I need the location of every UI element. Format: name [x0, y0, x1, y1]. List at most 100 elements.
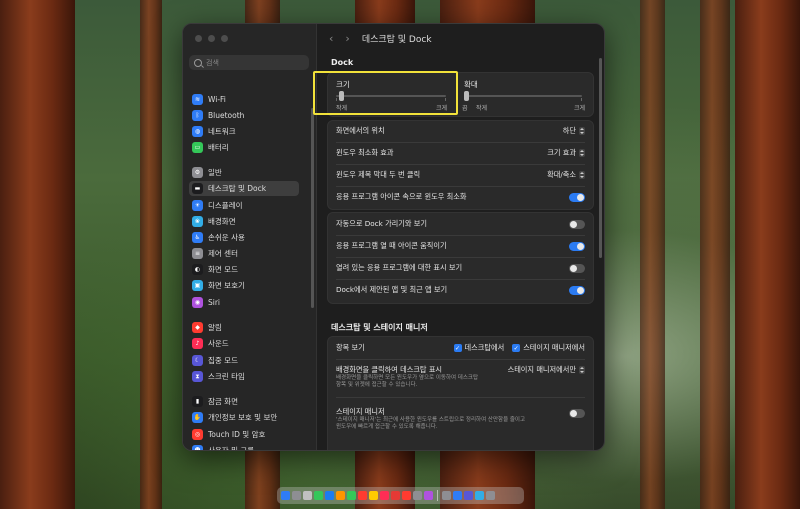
magnify-slider-knob[interactable]: [464, 91, 469, 101]
title-doubleclick-label: 윈도우 제목 막대 두 번 클릭: [336, 170, 421, 179]
appearance-icon: ◐: [192, 264, 203, 275]
dock-divider: [437, 490, 438, 501]
sidebar-item-bell[interactable]: ◆ 알림: [189, 320, 299, 335]
minimize-button[interactable]: [208, 35, 215, 42]
dock-app-icon[interactable]: [314, 491, 323, 500]
magnify-slider-track[interactable]: [464, 95, 582, 97]
dock-app-icon[interactable]: [292, 491, 301, 500]
dock-app-icon[interactable]: [413, 491, 422, 500]
tree-trunk: [735, 0, 800, 509]
sidebar-item-wifi[interactable]: ≋ Wi-Fi: [189, 92, 299, 107]
dock-app-icon[interactable]: [391, 491, 400, 500]
click-wallpaper-popup[interactable]: 스테이지 매니저에서만: [508, 365, 585, 375]
indicators-toggle[interactable]: [569, 263, 585, 273]
divider: [336, 397, 585, 398]
zoom-button[interactable]: [221, 35, 228, 42]
dock-app-icon[interactable]: [464, 491, 473, 500]
dock-app-icon[interactable]: [486, 491, 495, 500]
forward-button[interactable]: ›: [345, 32, 349, 45]
screensaver-icon: ▣: [192, 280, 203, 291]
sidebar-item-label: 배경화면: [208, 217, 236, 226]
dock-app-icon[interactable]: [369, 491, 378, 500]
dock-app-icon[interactable]: [358, 491, 367, 500]
stage-manager-toggle[interactable]: [569, 409, 585, 418]
accessibility-icon: ♿: [192, 232, 203, 243]
magnify-label: 확대: [464, 80, 478, 89]
sidebar-item-hourglass[interactable]: ⧗ 스크린 타임: [189, 369, 299, 384]
position-row: 화면에서의 위치 하단: [336, 126, 585, 136]
recent-apps-toggle[interactable]: [569, 285, 585, 295]
dock-toggles-card: 자동으로 Dock 가리기와 보기 응용 프로그램 열 때 아이콘 움직이기 열…: [327, 212, 594, 304]
dock-app-icon[interactable]: [380, 491, 389, 500]
minimize-effect-row: 윈도우 최소화 효과 크기 효과: [336, 148, 585, 158]
sidebar-item-wallpaper[interactable]: ❀ 배경화면: [189, 214, 299, 229]
divider: [336, 235, 585, 236]
dock-app-icon[interactable]: [347, 491, 356, 500]
sidebar-item-display[interactable]: ☀ 디스플레이: [189, 198, 299, 213]
chevron-updown-icon: [579, 366, 585, 374]
divider: [336, 164, 585, 165]
close-button[interactable]: [195, 35, 202, 42]
sidebar-item-label: 화면 모드: [208, 265, 238, 274]
hand-icon: ✋: [192, 412, 203, 423]
users-icon: ☻: [192, 445, 203, 450]
dock-app-icon[interactable]: [281, 491, 290, 500]
sidebar-item-control-center[interactable]: ≡ 제어 센터: [189, 246, 299, 261]
search-input[interactable]: 검색: [189, 55, 309, 70]
sidebar-item-screensaver[interactable]: ▣ 화면 보호기: [189, 278, 299, 293]
hourglass-icon: ⧗: [192, 371, 203, 382]
magnify-max-label: 크게: [574, 105, 586, 112]
dock-app-icon[interactable]: [402, 491, 411, 500]
sidebar-item-appearance[interactable]: ◐ 화면 모드: [189, 262, 299, 277]
sidebar-item-users[interactable]: ☻ 사용자 및 그룹: [189, 443, 299, 450]
sidebar-item-accessibility[interactable]: ♿ 손쉬운 사용: [189, 230, 299, 245]
title-doubleclick-row: 윈도우 제목 막대 두 번 클릭 확대/축소: [336, 170, 585, 180]
minimize-into-app-toggle[interactable]: [569, 192, 585, 202]
sidebar-item-network[interactable]: ◍ 네트워크: [189, 124, 299, 139]
dock-app-icon[interactable]: [424, 491, 433, 500]
chevron-updown-icon: [579, 171, 585, 179]
bluetooth-icon: ᛒ: [192, 110, 203, 121]
position-popup[interactable]: 하단: [563, 126, 585, 136]
sidebar-item-dock[interactable]: ▬ 데스크탑 및 Dock: [189, 181, 299, 196]
sidebar: 검색 ≋ Wi-Fi ᛒ Bluetooth ◍ 네트워크 ▭ 배터리 ⚙ 일반 ▬ 데스크탑 및 D…: [183, 24, 317, 450]
position-value: 하단: [562, 126, 576, 135]
desktop-checkbox[interactable]: ✓ 데스크탑에서: [453, 343, 504, 353]
dock-app-icon[interactable]: [453, 491, 462, 500]
minimize-effect-value: 크기 효과: [547, 148, 576, 157]
stage-manager-checkbox[interactable]: ✓ 스테이지 매니저에서: [512, 343, 585, 353]
sidebar-item-lock[interactable]: ▮ 잠금 화면: [189, 394, 299, 409]
page-title: 데스크탑 및 Dock: [361, 34, 432, 45]
sidebar-item-battery[interactable]: ▭ 배터리: [189, 140, 299, 155]
wallpaper-icon: ❀: [192, 216, 203, 227]
divider: [336, 279, 585, 280]
dock-app-icon[interactable]: [336, 491, 345, 500]
title-doubleclick-popup[interactable]: 확대/축소: [547, 170, 585, 180]
minimize-effect-label: 윈도우 최소화 효과: [336, 148, 394, 157]
dock-app-icon[interactable]: [442, 491, 451, 500]
animate-toggle[interactable]: [569, 241, 585, 251]
sidebar-item-label: 사운드: [208, 339, 229, 348]
sidebar-item-hand[interactable]: ✋ 개인정보 보호 및 보안: [189, 410, 299, 425]
sidebar-item-moon[interactable]: ☾ 집중 모드: [189, 353, 299, 368]
tree-trunk: [700, 0, 730, 509]
sidebar-item-fingerprint[interactable]: ◎ Touch ID 및 암호: [189, 427, 299, 442]
sidebar-item-label: 잠금 화면: [208, 397, 238, 406]
content-scrollbar[interactable]: [599, 58, 602, 258]
dock-app-icon[interactable]: [475, 491, 484, 500]
click-wallpaper-value: 스테이지 매니저에서만: [507, 365, 576, 374]
sidebar-item-siri[interactable]: ◉ Siri: [189, 295, 299, 310]
sidebar-item-gear[interactable]: ⚙ 일반: [189, 165, 299, 180]
autohide-toggle[interactable]: [569, 219, 585, 229]
fingerprint-icon: ◎: [192, 429, 203, 440]
divider: [336, 142, 585, 143]
dock-app-icon[interactable]: [325, 491, 334, 500]
sidebar-item-speaker[interactable]: ♪ 사운드: [189, 336, 299, 351]
sidebar-item-label: Bluetooth: [208, 111, 245, 120]
sidebar-item-bluetooth[interactable]: ᛒ Bluetooth: [189, 108, 299, 123]
minimize-effect-popup[interactable]: 크기 효과: [547, 148, 585, 158]
back-button[interactable]: ‹: [329, 32, 333, 45]
sidebar-scrollbar[interactable]: [311, 108, 314, 308]
sidebar-item-label: 배터리: [208, 143, 229, 152]
dock-app-icon[interactable]: [303, 491, 312, 500]
